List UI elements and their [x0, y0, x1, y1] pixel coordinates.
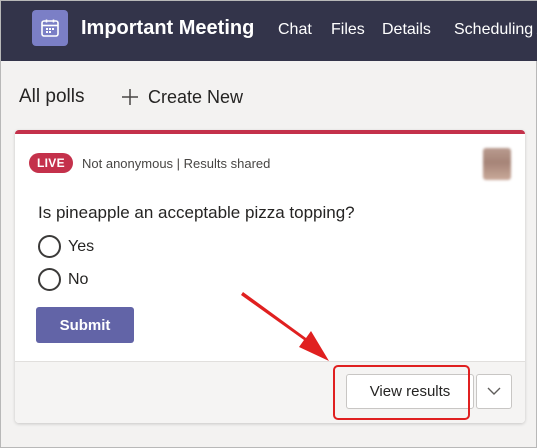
view-results-button[interactable]: View results: [346, 374, 474, 409]
poll-question: Is pineapple an acceptable pizza topping…: [38, 203, 355, 222]
poll-card: LIVE Not anonymous | Results shared Is p…: [15, 130, 525, 423]
poll-option-label: Yes: [68, 237, 95, 255]
all-polls-heading: All polls: [19, 86, 85, 107]
radio-button-no[interactable]: [38, 268, 61, 291]
live-status-badge: LIVE: [29, 153, 73, 173]
create-new-button[interactable]: Create New: [120, 84, 243, 110]
create-new-label: Create New: [148, 86, 244, 107]
calendar-icon: [32, 10, 68, 46]
tab-details[interactable]: Details: [382, 21, 431, 39]
more-options-dropdown[interactable]: [476, 374, 512, 409]
avatar: [483, 148, 511, 180]
meeting-title: Important Meeting: [81, 17, 255, 39]
submit-button[interactable]: Submit: [36, 307, 134, 343]
poll-option-yes[interactable]: Yes: [38, 235, 94, 258]
poll-option-label: No: [68, 270, 89, 288]
window-frame: Important Meeting Chat Files Details Sch…: [0, 0, 537, 448]
tab-chat[interactable]: Chat: [278, 21, 312, 39]
radio-button-yes[interactable]: [38, 235, 61, 258]
chevron-down-icon: [487, 383, 501, 401]
poll-option-no[interactable]: No: [38, 268, 88, 291]
tab-files[interactable]: Files: [331, 21, 365, 39]
plus-icon: [120, 87, 140, 107]
meeting-header: Important Meeting Chat Files Details Sch…: [1, 1, 537, 61]
poll-settings-text: Not anonymous | Results shared: [82, 156, 271, 171]
tab-scheduling-assistant[interactable]: Scheduling A: [454, 21, 537, 39]
